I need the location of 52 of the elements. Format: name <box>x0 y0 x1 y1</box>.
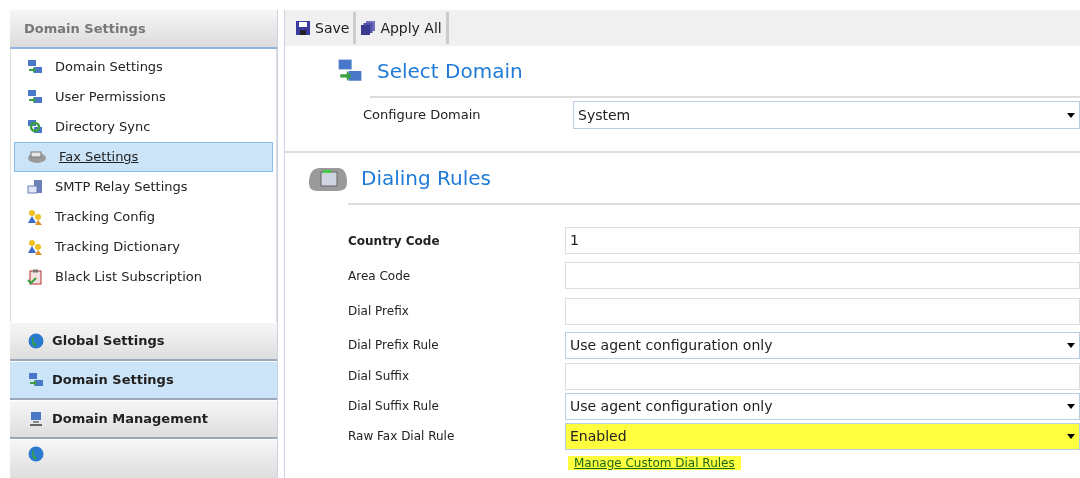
input-field[interactable]: 1 <box>565 227 1080 254</box>
computers-icon <box>337 58 363 84</box>
input-field[interactable] <box>565 297 1080 325</box>
dropdown-field[interactable]: Use agent configuration only <box>565 331 1080 359</box>
section-title: Select Domain <box>377 58 523 85</box>
sidebar-item[interactable]: Fax Settings <box>14 141 273 172</box>
sidebar-item[interactable]: Black List Subscription <box>14 261 273 292</box>
input-field[interactable] <box>565 262 1080 289</box>
field-label: Raw Fax Dial Rule <box>348 428 456 445</box>
toolbar-button[interactable]: Save <box>293 12 357 44</box>
manage-dial-rules-link[interactable]: Manage Custom Dial Rules <box>568 456 741 470</box>
field-label: Dial Suffix <box>348 368 410 385</box>
computers-icon <box>28 371 44 388</box>
field-label: Dial Suffix Rule <box>348 398 440 415</box>
users-icon <box>27 238 43 255</box>
sidebar-header: Domain Settings <box>10 10 277 49</box>
sidebar-item[interactable]: Domain Settings <box>14 51 273 82</box>
computers-icon <box>27 88 43 105</box>
dropdown-caret-icon <box>1067 112 1075 118</box>
globe-icon <box>28 445 44 462</box>
field-label: Configure Domain <box>363 106 482 125</box>
dropdown-field[interactable]: Enabled <box>565 422 1080 450</box>
domain-dropdown[interactable]: System <box>573 101 1080 129</box>
fax-machine-icon <box>27 148 47 165</box>
field-label: Area Code <box>348 267 412 285</box>
sidebar-item[interactable]: Tracking Config <box>14 201 273 232</box>
computer-icon <box>28 410 44 427</box>
stacked-documents-icon <box>360 20 377 36</box>
field-label: Dial Prefix Rule <box>348 337 440 354</box>
nav-section-tab[interactable]: Domain Settings <box>10 361 277 400</box>
computers-icon <box>27 58 43 75</box>
sidebar-item[interactable]: Directory Sync <box>14 111 273 142</box>
clipboard-icon <box>27 268 43 285</box>
sidebar-item[interactable]: User Permissions <box>14 81 273 112</box>
sidebar-item[interactable]: SMTP Relay Settings <box>14 171 273 202</box>
sidebar-item[interactable]: Tracking Dictionary <box>14 231 273 262</box>
mail-server-icon <box>27 178 43 195</box>
dropdown-caret-icon <box>1067 342 1075 348</box>
toolbar-button[interactable]: Apply All <box>358 12 449 44</box>
nav-section-tab[interactable] <box>10 439 277 478</box>
section-title: Dialing Rules <box>361 165 491 192</box>
input-field[interactable] <box>565 362 1080 390</box>
users-icon <box>27 208 43 225</box>
nav-section-tab[interactable]: Global Settings <box>10 322 277 361</box>
globe-icon <box>28 332 44 349</box>
dropdown-field[interactable]: Use agent configuration only <box>565 392 1080 420</box>
dropdown-caret-icon <box>1067 433 1075 439</box>
field-label: Country Code <box>348 232 441 250</box>
nav-section-tab[interactable]: Domain Management <box>10 400 277 439</box>
sync-icon <box>27 118 43 135</box>
dropdown-caret-icon <box>1067 403 1075 409</box>
field-label: Dial Prefix <box>348 303 410 320</box>
